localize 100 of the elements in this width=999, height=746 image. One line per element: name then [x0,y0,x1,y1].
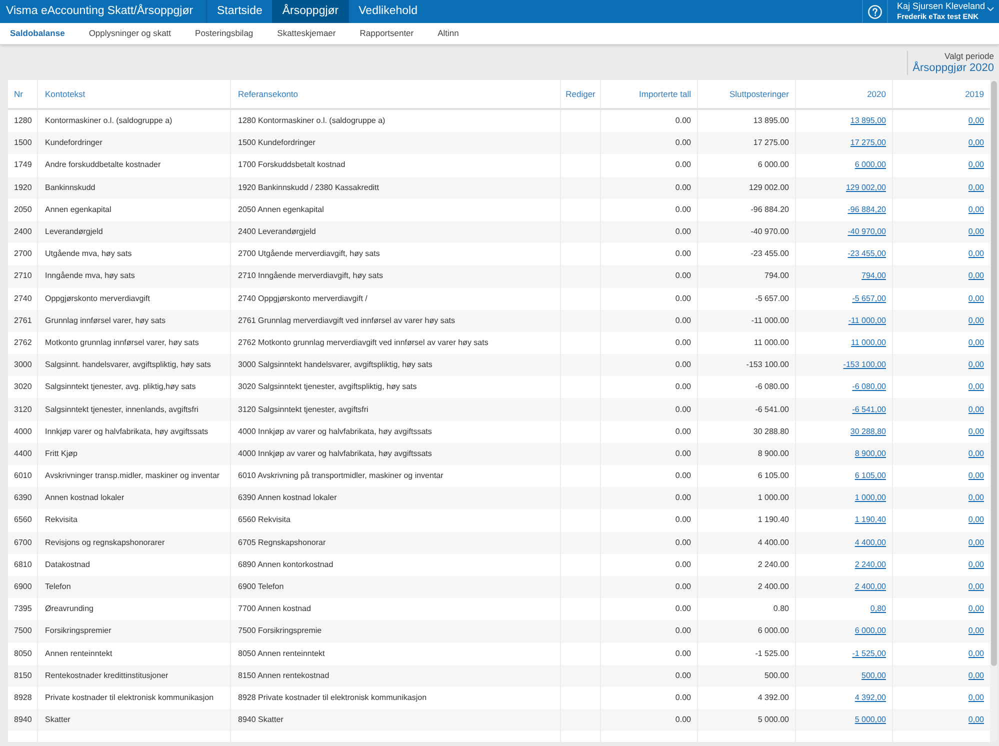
sub-nav-tab[interactable]: Skatteskjemaer [277,27,336,40]
amount-link[interactable]: 0,00 [968,182,984,194]
period-selector[interactable]: Årsoppgjør 2020 [912,62,994,74]
amount-link[interactable]: 0,00 [968,603,984,616]
amount-link[interactable]: -23 455,00 [848,248,886,260]
table-cell: 5 000.00 [697,709,795,732]
amount-link[interactable]: 0,00 [968,270,984,282]
amount-link[interactable]: -96 884,20 [848,204,886,216]
sub-nav-tab[interactable]: Altinn [438,27,459,40]
amount-link[interactable]: 0,00 [968,314,984,327]
help-icon [868,4,882,18]
amount-link[interactable]: 0,00 [968,581,984,594]
amount-link[interactable]: 0,80 [870,603,886,616]
amount-link[interactable]: 11 000,00 [851,336,886,349]
table-cell-text: 6810 [13,558,33,571]
amount-link[interactable]: -6 541,00 [852,404,886,416]
amount-link[interactable]: 0,00 [968,248,984,260]
amount-link[interactable]: 0,00 [968,359,984,372]
table-cell-text: 6700 [13,536,33,549]
column-header[interactable]: Nr [8,80,37,108]
table-cell-text: 1920 [13,182,33,194]
amount-link[interactable]: 2 400,00 [854,581,886,594]
column-header[interactable]: Referansekonto [230,80,560,108]
scrollbar-thumb[interactable] [991,81,997,666]
table-cell-text: 6010 [13,470,33,482]
amount-link[interactable]: -6 080,00 [852,381,886,394]
sub-nav-tab[interactable]: Opplysninger og skatt [88,27,172,40]
amount-link[interactable]: 0,00 [968,292,984,305]
amount-link[interactable]: 4 400,00 [854,536,886,549]
table-cell-text: 1280 [13,115,33,128]
sub-nav-tab[interactable]: Saldobalanse [10,27,65,40]
amount-link[interactable]: 0,00 [968,426,984,438]
column-header[interactable]: Kontotekst [37,80,230,108]
amount-link[interactable]: 0,00 [968,536,984,549]
column-header[interactable]: 2020 [795,80,892,108]
table-cell: 8940 Skatter [230,709,560,732]
amount-link[interactable]: 0,00 [968,648,984,660]
table-cell-text: 2762 [13,336,33,349]
table-cell-text: 3120 [13,404,33,416]
table-cell-text: 7395 [13,603,33,616]
amount-link[interactable]: 129 002,00 [846,182,886,194]
amount-link[interactable]: -5 657,00 [852,292,886,305]
column-header[interactable]: Importerte tall [600,80,697,108]
amount-link[interactable]: 0,00 [968,470,984,482]
table-cell-text: 1500 [13,137,33,150]
table-cell-text: 7500 [13,625,33,638]
table-cell-text: 2700 [13,248,33,260]
amount-link[interactable]: 0,00 [968,625,984,638]
nav-tab[interactable]: Startside [207,0,272,23]
table-cell-text: 8050 [13,648,33,660]
amount-link[interactable]: 0,00 [968,226,984,238]
amount-link[interactable]: 6 000,00 [854,625,886,638]
amount-link[interactable]: 0,00 [968,714,984,726]
column-header[interactable]: Sluttposteringer [697,80,795,108]
amount-link[interactable]: 8 900,00 [854,448,886,460]
sub-nav-tab[interactable]: Posteringsbilag [195,27,254,40]
amount-link[interactable]: 0,00 [968,404,984,416]
amount-link[interactable]: 0,00 [968,137,984,150]
sub-nav-tab[interactable]: Rapportsenter [360,27,414,40]
table-cell-text: 4400 [13,448,33,460]
amount-link[interactable]: 5 000,00 [854,714,886,726]
table-cell: Skatter [37,709,230,732]
amount-link[interactable]: 13 895,00 [850,115,886,128]
table-cell-text: 2400 [13,226,33,238]
amount-link[interactable]: 0,00 [968,670,984,682]
amount-link[interactable]: 6 105,00 [854,470,886,482]
table-cell-text: 8928 [13,692,33,704]
amount-link[interactable]: -1 525,00 [852,648,886,660]
column-header[interactable]: Rediger [560,80,600,108]
table-cell-text: 8940 [13,714,33,726]
amount-link[interactable]: 4 392,00 [854,692,886,704]
amount-link[interactable]: 1 190,40 [854,514,886,526]
amount-link[interactable]: -153 100,00 [843,359,886,372]
amount-link[interactable]: 2 240,00 [854,558,886,571]
amount-link[interactable]: 0,00 [968,692,984,704]
amount-link[interactable]: 30 288,80 [850,426,886,438]
amount-link[interactable]: 0,00 [968,492,984,504]
nav-tab[interactable]: Vedlikehold [348,0,428,23]
amount-link[interactable]: 794,00 [862,270,886,282]
table-cell-text: 8150 [13,670,33,682]
table-cell-text: 2761 [13,314,33,327]
table-cell-text: 2740 [13,292,33,305]
table-cell-text: 1749 [13,159,33,172]
amount-link[interactable]: 0,00 [968,336,984,349]
amount-link[interactable]: 0,00 [968,448,984,460]
amount-link[interactable]: 0,00 [968,115,984,128]
amount-link[interactable]: 0,00 [968,159,984,172]
table-cell-text: 4000 [13,426,33,438]
amount-link[interactable]: -40 970,00 [848,226,886,238]
amount-link[interactable]: -11 000,00 [848,314,886,327]
amount-link[interactable]: 0,00 [968,514,984,526]
amount-link[interactable]: 0,00 [968,381,984,394]
table-cell-text: 3000 [13,359,33,372]
amount-link[interactable]: 0,00 [968,558,984,571]
amount-link[interactable]: 500,00 [862,670,886,682]
amount-link[interactable]: 0,00 [968,204,984,216]
amount-link[interactable]: 1 000,00 [854,492,886,504]
nav-tab[interactable]: Årsoppgjør [272,0,349,23]
amount-link[interactable]: 6 000,00 [854,159,886,172]
amount-link[interactable]: 17 275,00 [850,137,886,150]
